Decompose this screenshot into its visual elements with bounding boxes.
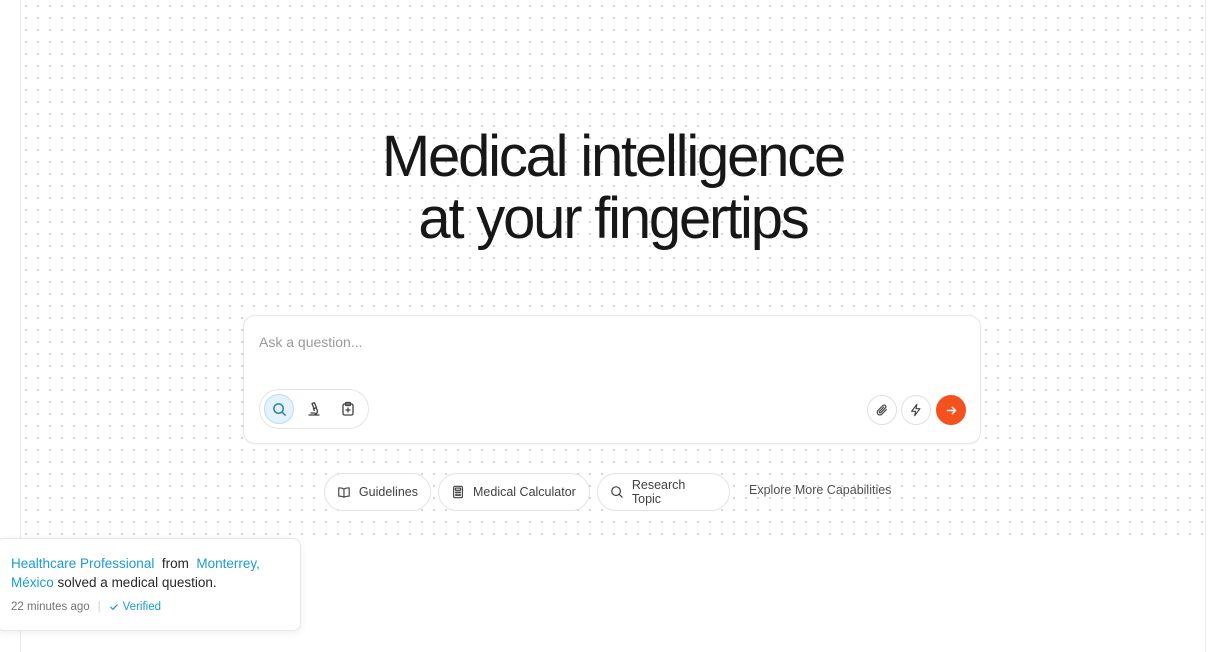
guidelines-chip[interactable]: Guidelines [324, 473, 431, 511]
toast-role: Healthcare Professional [11, 556, 155, 571]
meta-divider: | [97, 601, 101, 613]
guidelines-chip-label: Guidelines [358, 485, 418, 499]
check-icon [109, 604, 118, 610]
search-icon [272, 402, 286, 416]
explore-more-link[interactable]: Explore More Capabilities [749, 483, 891, 497]
ask-box [243, 315, 981, 444]
quick-action-button[interactable] [901, 395, 931, 425]
verified-label: Verified [122, 601, 161, 613]
toast-meta: 22 minutes ago | Verified [11, 601, 161, 613]
lightning-icon [911, 403, 921, 417]
microscope-icon [308, 402, 320, 416]
attach-button[interactable] [867, 395, 897, 425]
hero-line-2: at your fingertips [418, 186, 809, 251]
page: Medical intelligence at your fingertips [0, 0, 1226, 652]
research-topic-chip-label: Research Topic [631, 478, 686, 506]
medical-calculator-chip[interactable]: Medical Calculator [438, 473, 590, 511]
toast-from: from [161, 556, 189, 571]
dot-grid-background [20, 0, 1206, 545]
toast-message: Healthcare Professional from Monterrey, … [11, 554, 291, 592]
research-topic-chip[interactable]: Research Topic [597, 473, 730, 511]
search-mode-group [259, 389, 369, 429]
suggestion-chips: Guidelines Medical Calculator Research T… [0, 473, 1226, 511]
clipboard-medical-icon [342, 401, 354, 416]
hero-line-1: Medical intelligence [381, 124, 846, 189]
toast-action: solved a medical question. [57, 575, 217, 590]
hero-title: Medical intelligence at your fingertips [0, 126, 1226, 250]
arrow-right-icon [946, 406, 956, 414]
search-mode-button[interactable] [264, 394, 294, 424]
search-icon [611, 486, 623, 498]
send-button[interactable] [936, 395, 966, 425]
verified-badge: Verified [109, 601, 161, 613]
book-icon [338, 486, 350, 498]
toast-time: 22 minutes ago [11, 601, 90, 613]
paperclip-icon [876, 404, 887, 416]
ask-input[interactable] [259, 330, 959, 354]
medical-calculator-chip-label: Medical Calculator [473, 485, 576, 499]
clinical-mode-button[interactable] [333, 394, 363, 424]
research-mode-button[interactable] [299, 394, 329, 424]
right-guide-line [1205, 0, 1206, 652]
calculator-icon [453, 485, 463, 499]
activity-toast: Healthcare Professional from Monterrey, … [0, 538, 301, 631]
